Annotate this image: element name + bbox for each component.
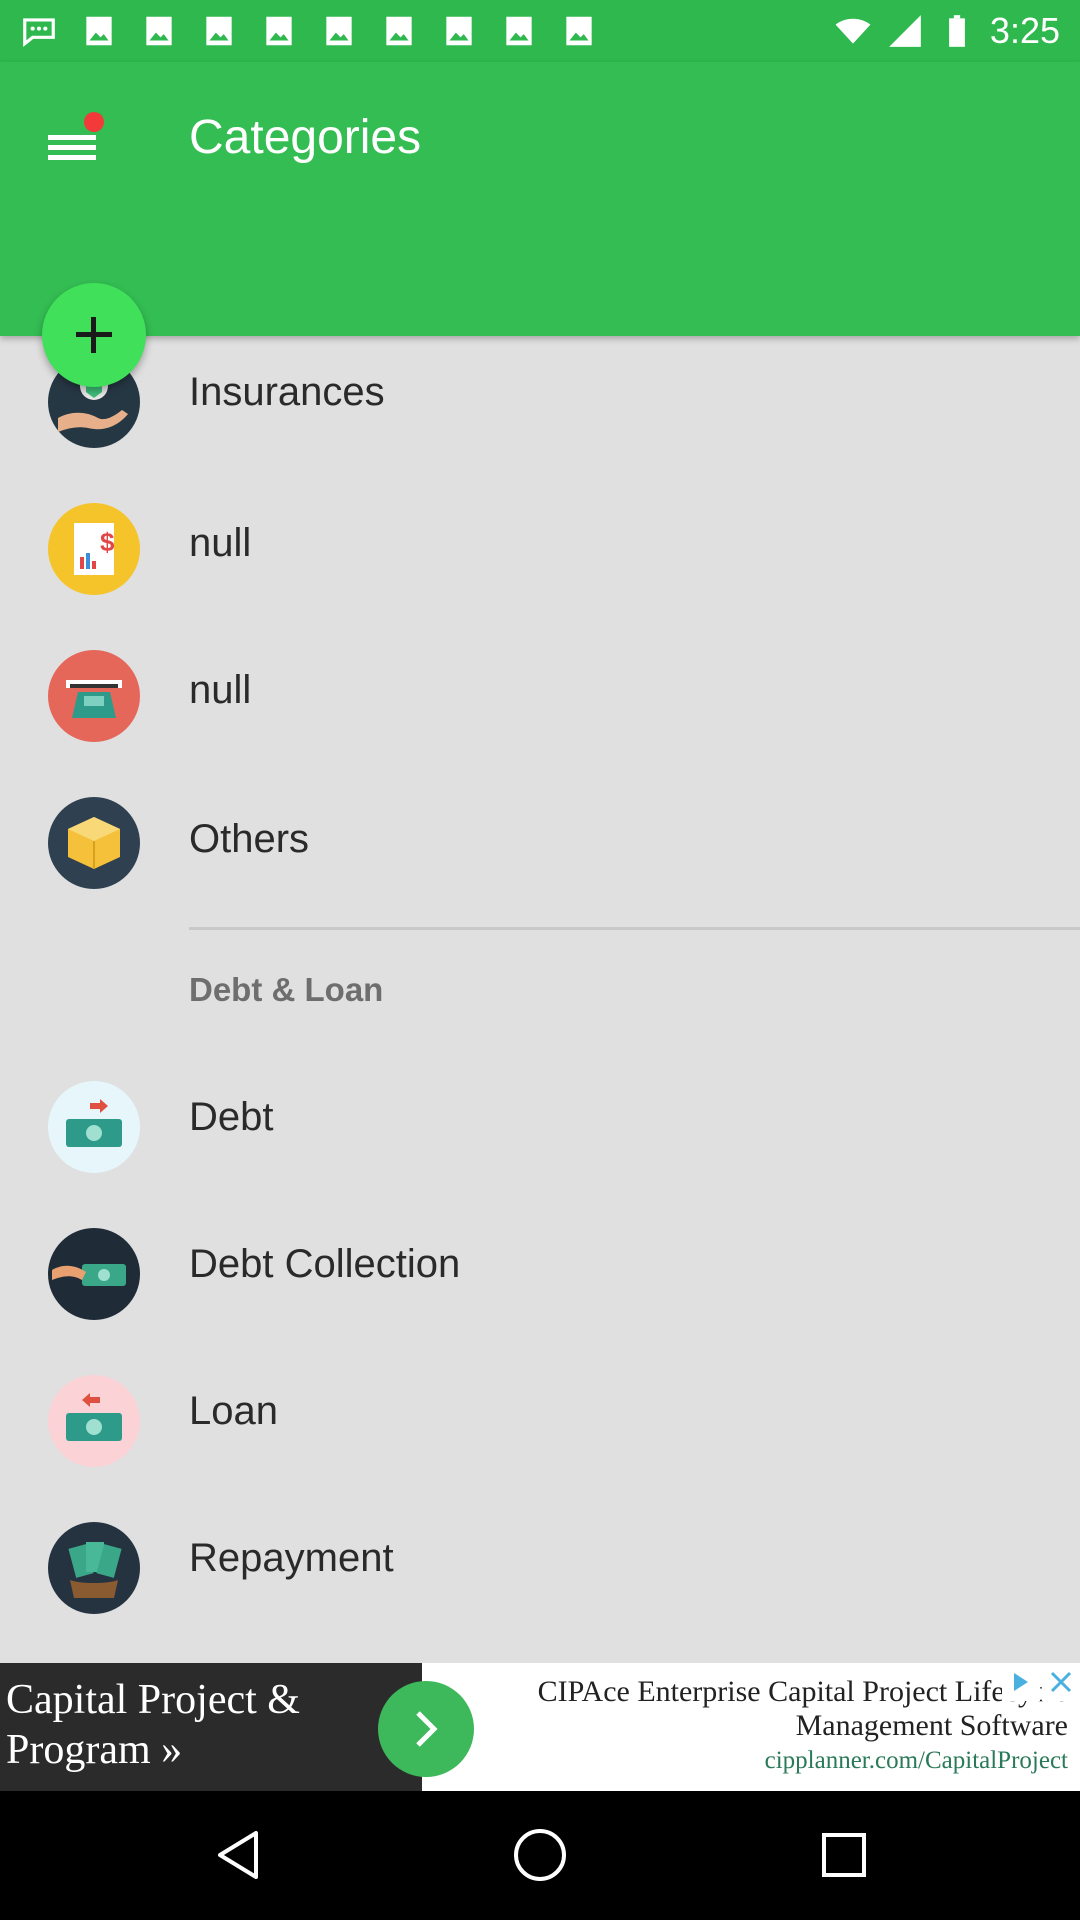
list-item-label: Insurances: [189, 370, 385, 414]
chat-icon: [23, 18, 55, 47]
plus-icon: [76, 317, 112, 353]
photo-icon: [386, 16, 412, 46]
adchoices-icon[interactable]: [1002, 1663, 1040, 1701]
ad-url: cipplanner.com/CapitalProject: [764, 1747, 1068, 1774]
ad-close-icon[interactable]: [1042, 1663, 1080, 1701]
list-item[interactable]: Others: [0, 777, 1080, 924]
box-icon: [48, 797, 140, 889]
photo-icon: [86, 16, 112, 46]
ad-left-panel: Capital Project & Program »: [0, 1663, 422, 1791]
list-item-label: Debt: [189, 1095, 274, 1139]
list-item-label: Debt Collection: [189, 1242, 461, 1286]
photo-icon: [146, 16, 172, 46]
list-item-label: null: [189, 521, 252, 565]
list-item[interactable]: $ null: [0, 483, 1080, 630]
page-title: Categories: [189, 111, 422, 164]
section-header: Debt & Loan: [189, 971, 384, 1008]
atm-cash-icon: [48, 650, 140, 742]
debt-money-icon: [48, 1081, 140, 1173]
loan-money-icon: [48, 1375, 140, 1467]
repayment-money-icon: [48, 1522, 140, 1614]
status-time: 3:25: [989, 10, 1060, 51]
photo-icon: [326, 16, 352, 46]
notification-dot: [84, 112, 104, 132]
ad-left-text: Capital Project & Program »: [6, 1677, 300, 1773]
signal-icon: [889, 15, 921, 47]
navigation-bar: [0, 1791, 1080, 1920]
list-item[interactable]: Debt: [0, 1071, 1080, 1218]
battery-icon: [949, 15, 965, 47]
photo-icon: [446, 16, 472, 46]
photo-icon: [206, 16, 232, 46]
list-item-label: null: [189, 668, 252, 712]
photo-icon: [266, 16, 292, 46]
recents-icon[interactable]: [808, 1819, 880, 1891]
list-item[interactable]: Repayment: [0, 1512, 1080, 1659]
ad-open-button[interactable]: [378, 1681, 474, 1777]
dollar-document-icon: $: [48, 503, 140, 595]
ad-text-block: CIPAce Enterprise Capital Project Lifecy…: [490, 1675, 1068, 1775]
list-item[interactable]: Loan: [0, 1365, 1080, 1512]
wifi-icon: [835, 18, 871, 44]
photo-icon: [566, 16, 592, 46]
list-item-label: Others: [189, 817, 310, 861]
back-icon[interactable]: [204, 1819, 276, 1891]
ad-banner[interactable]: Capital Project & Program » CIPAce Enter…: [0, 1663, 1080, 1791]
add-category-button[interactable]: [42, 283, 146, 387]
list-item-label: Repayment: [189, 1536, 394, 1580]
list-item-label: Loan: [189, 1389, 278, 1433]
photo-icon: [506, 16, 532, 46]
system-status: 3:25: [834, 10, 1060, 52]
svg-text:$: $: [100, 527, 115, 557]
list-item[interactable]: Debt Collection: [0, 1218, 1080, 1365]
ad-headline: CIPAce Enterprise Capital Project Lifecy…: [537, 1675, 1068, 1742]
status-bar: 3:25: [0, 0, 1080, 62]
app-bar: Categories: [0, 62, 1080, 336]
hand-money-icon: [48, 1228, 140, 1320]
home-icon[interactable]: [504, 1819, 576, 1891]
list-item[interactable]: Insurances: [0, 336, 1080, 483]
chevron-right-icon: [416, 1711, 438, 1747]
list-item[interactable]: null: [0, 630, 1080, 777]
section-divider: [189, 927, 1080, 930]
notification-icons: [20, 12, 598, 50]
